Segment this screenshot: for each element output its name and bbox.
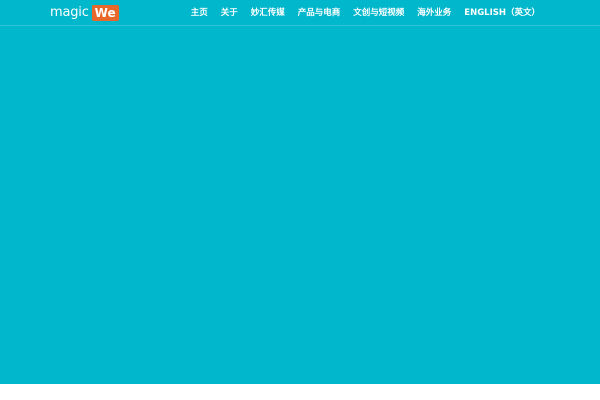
page: magic We 主页 关于 妙汇传媒 产品与电商 文创与短视频 海外业务 EN… [0,0,600,400]
logo-text: magic [50,5,89,20]
nav-item-products-ecommerce[interactable]: 产品与电商 [298,0,341,26]
main-nav: 主页 关于 妙汇传媒 产品与电商 文创与短视频 海外业务 ENGLISH（英文） [191,0,540,26]
logo-badge: We [91,5,119,21]
hero-banner [0,0,600,384]
nav-item-overseas[interactable]: 海外业务 [417,0,451,26]
nav-item-media[interactable]: 妙汇传媒 [251,0,285,26]
nav-item-home[interactable]: 主页 [191,0,208,26]
site-header: magic We 主页 关于 妙汇传媒 产品与电商 文创与短视频 海外业务 EN… [0,0,600,26]
nav-item-creative-short-video[interactable]: 文创与短视频 [353,0,404,26]
nav-item-about[interactable]: 关于 [221,0,238,26]
nav-item-english[interactable]: ENGLISH（英文） [464,0,540,26]
site-logo[interactable]: magic We [50,4,119,22]
